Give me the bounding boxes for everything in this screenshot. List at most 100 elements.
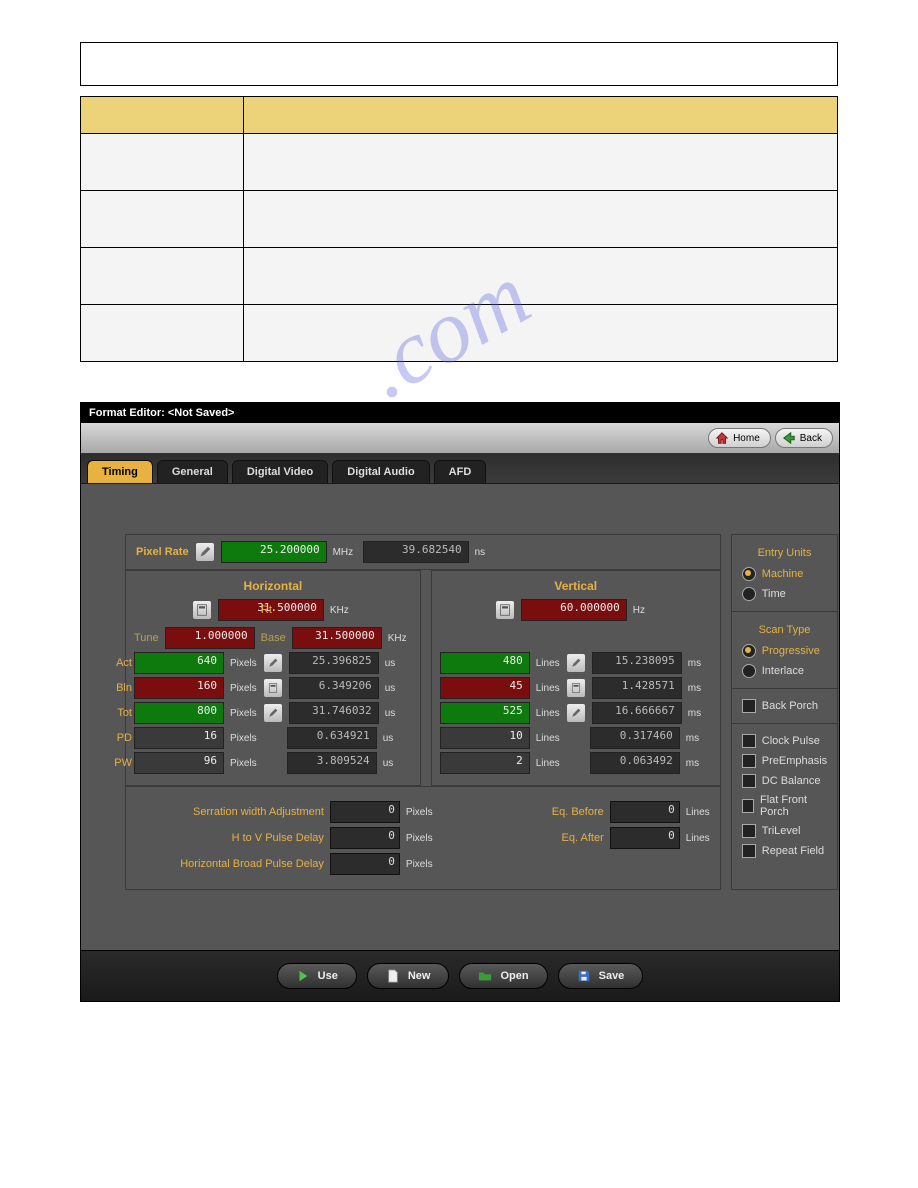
radio-interlace[interactable]: Interlace — [740, 662, 829, 680]
save-button[interactable]: Save — [558, 963, 644, 989]
toolbar: Home Back — [81, 423, 839, 454]
blank-banner — [80, 42, 838, 86]
home-button[interactable]: Home — [708, 428, 771, 448]
additional-params: Serration width Adjustment 0 Pixels H to… — [125, 786, 721, 890]
unit-lines: Lines — [536, 683, 560, 694]
calculator-icon[interactable] — [495, 600, 515, 620]
calculator-icon[interactable] — [192, 600, 212, 620]
h-tot-pixels[interactable]: 800 — [134, 702, 224, 724]
table-row — [81, 134, 838, 191]
use-button[interactable]: Use — [277, 963, 357, 989]
pixel-rate-row: Pixel Rate 25.200000 MHz 39.682540 ns — [125, 534, 721, 570]
unit-us: us — [385, 708, 409, 719]
edit-icon[interactable] — [263, 703, 283, 723]
folder-open-icon — [478, 969, 492, 983]
unit-lines: Lines — [536, 758, 560, 769]
edit-icon[interactable] — [566, 653, 586, 673]
home-button-label: Home — [733, 433, 760, 444]
eq-before-label: Eq. Before — [552, 806, 604, 818]
unit-lines: Lines — [536, 658, 560, 669]
row-tot-label: Tot — [106, 707, 132, 719]
base-value[interactable]: 31.500000 — [292, 627, 382, 649]
new-button-label: New — [408, 970, 431, 982]
hv-delay-label: H to V Pulse Delay — [232, 832, 324, 844]
calculator-icon[interactable] — [263, 678, 283, 698]
tab-digital-audio[interactable]: Digital Audio — [332, 460, 429, 483]
h-act-pixels[interactable]: 640 — [134, 652, 224, 674]
eq-after-input[interactable]: 0 — [610, 827, 680, 849]
unit-ms: ms — [688, 658, 712, 669]
new-file-icon — [386, 969, 400, 983]
eq-before-input[interactable]: 0 — [610, 801, 680, 823]
h-tot-time: 31.746032 — [289, 702, 379, 724]
h-pw-pixels[interactable]: 96 — [134, 752, 224, 774]
unit-pixels: Pixels — [230, 733, 257, 744]
new-button[interactable]: New — [367, 963, 450, 989]
horizontal-heading: Horizontal — [134, 579, 412, 593]
radio-time[interactable]: Time — [740, 585, 829, 603]
radio-interlace-label: Interlace — [762, 665, 804, 677]
back-button[interactable]: Back — [775, 428, 833, 448]
hbroad-input[interactable]: 0 — [330, 853, 400, 875]
hv-grid: Horizontal Rt 31.500000 KHz Tune 1.00000… — [95, 570, 721, 786]
v-tot-lines[interactable]: 525 — [440, 702, 530, 724]
unit-ms: ms — [686, 733, 710, 744]
unit-lines: Lines — [536, 708, 560, 719]
check-clock-pulse-label: Clock Pulse — [762, 735, 820, 747]
unit-us: us — [383, 758, 407, 769]
check-preemphasis[interactable]: PreEmphasis — [740, 752, 829, 770]
edit-icon[interactable] — [263, 653, 283, 673]
unit-pixels: Pixels — [406, 833, 433, 844]
unit-lines: Lines — [686, 807, 710, 818]
unit-pixels: Pixels — [406, 807, 433, 818]
tune-value[interactable]: 1.000000 — [165, 627, 255, 649]
check-flat-front-porch[interactable]: Flat Front Porch — [740, 792, 829, 820]
edit-icon[interactable] — [566, 703, 586, 723]
format-editor-window: Format Editor: <Not Saved> Home Back Tim… — [80, 402, 840, 1002]
open-button[interactable]: Open — [459, 963, 547, 989]
row-act-label: Act — [106, 657, 132, 669]
table-row — [81, 305, 838, 362]
vertical-rt-value[interactable]: 60.000000 — [521, 599, 627, 621]
unit-pixels: Pixels — [230, 683, 257, 694]
v-act-lines[interactable]: 480 — [440, 652, 530, 674]
hv-delay-input[interactable]: 0 — [330, 827, 400, 849]
action-bar: Use New Open Save — [81, 950, 839, 1001]
pixel-rate-value[interactable]: 25.200000 — [221, 541, 327, 563]
tab-digital-video[interactable]: Digital Video — [232, 460, 328, 483]
v-bln-lines[interactable]: 45 — [440, 677, 530, 699]
unit-ms: ms — [688, 708, 712, 719]
tab-timing[interactable]: Timing — [87, 460, 153, 483]
check-dc-balance[interactable]: DC Balance — [740, 772, 829, 790]
radio-progressive-label: Progressive — [762, 645, 820, 657]
h-bln-time: 6.349206 — [289, 677, 379, 699]
unit-us: us — [385, 658, 409, 669]
check-trilevel[interactable]: TriLevel — [740, 822, 829, 840]
blank-table — [80, 96, 838, 362]
v-pd-lines[interactable]: 10 — [440, 727, 530, 749]
h-pd-pixels[interactable]: 16 — [134, 727, 224, 749]
v-pw-time: 0.063492 — [590, 752, 680, 774]
table-row — [81, 191, 838, 248]
check-back-porch[interactable]: Back Porch — [740, 697, 829, 715]
serration-input[interactable]: 0 — [330, 801, 400, 823]
v-pw-lines[interactable]: 2 — [440, 752, 530, 774]
check-preemphasis-label: PreEmphasis — [762, 755, 827, 767]
vertical-column: Vertical 60.000000 Hz 480 Lines 15.23809… — [431, 570, 721, 786]
tab-general[interactable]: General — [157, 460, 228, 483]
v-tot-time: 16.666667 — [592, 702, 682, 724]
unit-pixels: Pixels — [230, 658, 257, 669]
edit-icon[interactable] — [195, 542, 215, 562]
check-repeat-field-label: Repeat Field — [762, 845, 824, 857]
unit-lines: Lines — [686, 833, 710, 844]
check-clock-pulse[interactable]: Clock Pulse — [740, 732, 829, 750]
radio-machine[interactable]: Machine — [740, 565, 829, 583]
tab-afd[interactable]: AFD — [434, 460, 487, 483]
radio-progressive[interactable]: Progressive — [740, 642, 829, 660]
h-bln-pixels[interactable]: 160 — [134, 677, 224, 699]
serration-label: Serration width Adjustment — [193, 806, 324, 818]
check-repeat-field[interactable]: Repeat Field — [740, 842, 829, 860]
home-icon — [715, 431, 729, 445]
calculator-icon[interactable] — [566, 678, 586, 698]
scan-type-title: Scan Type — [740, 624, 829, 636]
